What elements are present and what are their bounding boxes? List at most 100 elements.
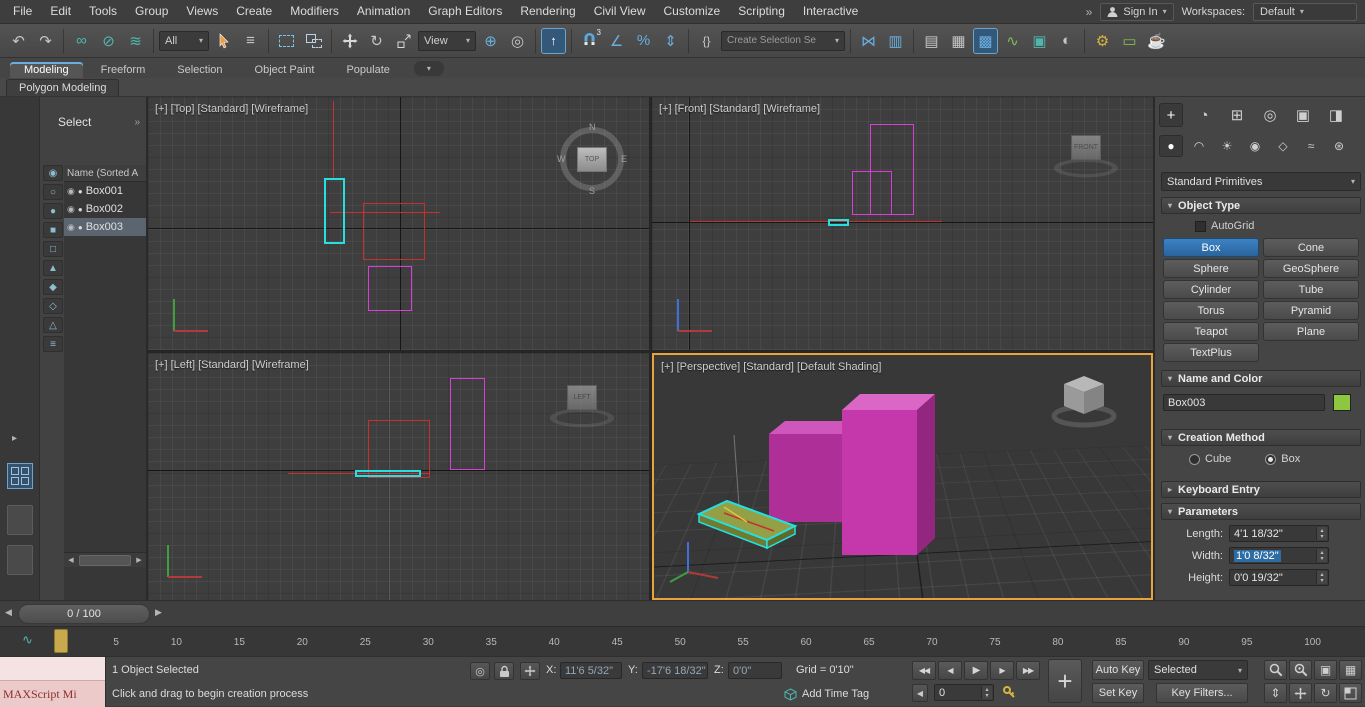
select-and-manipulate-button[interactable]: ◎ [505,28,530,54]
menu-graph-editors[interactable]: Graph Editors [419,0,511,23]
primitive-category-dropdown[interactable]: Standard Primitives ▾ [1161,172,1361,191]
menu-edit[interactable]: Edit [41,0,80,23]
tab-motion[interactable]: ◎ [1258,103,1282,127]
primitive-button-teapot[interactable]: Teapot [1163,322,1259,341]
primitive-button-cylinder[interactable]: Cylinder [1163,280,1259,299]
tab-create[interactable]: + [1159,103,1183,127]
rollout-object-type[interactable]: ▾ Object Type [1161,197,1361,214]
menu-modifiers[interactable]: Modifiers [281,0,348,23]
explorer-display-toggle-6[interactable]: ▲ [43,260,63,276]
absolute-offset-toggle[interactable] [520,662,540,680]
time-back-icon[interactable]: ◀ [5,607,12,618]
auto-key-button[interactable]: Auto Key [1092,660,1144,680]
reference-coordinate-dropdown[interactable]: View ▾ [418,31,476,51]
explorer-horizontal-scrollbar[interactable]: ◀ ▶ [64,552,146,567]
curve-editor-button[interactable]: ∿ [1000,28,1025,54]
radio-cube[interactable]: Cube [1189,453,1231,465]
zoom-all-button[interactable] [1289,660,1312,680]
tab-display[interactable]: ▣ [1291,103,1315,127]
category-helpers[interactable]: ◇ [1271,135,1295,157]
isolate-selection-button[interactable]: ◎ [470,662,490,680]
unlink-selection-button[interactable]: ⊘ [96,28,121,54]
box003-wireframe[interactable] [355,470,421,477]
listener-line[interactable]: MAXScript Mi [0,681,105,707]
explorer-display-toggle-1[interactable]: ◉ [43,165,63,181]
menu-tools[interactable]: Tools [80,0,126,23]
orbit-button[interactable]: ↻ [1314,683,1337,703]
explorer-display-toggle-3[interactable]: ● [43,203,63,219]
viewcube[interactable]: LEFT [548,375,616,443]
ribbon-config-button[interactable]: ▾ [414,61,444,76]
dolly-button[interactable]: ⇕ [1264,683,1287,703]
viewport-top-label[interactable]: [+] [Top] [Standard] [Wireframe] [155,103,308,115]
menu-animation[interactable]: Animation [348,0,419,23]
menubar-overflow-icon[interactable]: » [1086,5,1093,19]
key-filters-button[interactable]: Key Filters... [1156,683,1248,703]
primitive-button-plane[interactable]: Plane [1263,322,1359,341]
mini-curve-editor-icon[interactable]: ∿ [22,632,33,648]
menu-rendering[interactable]: Rendering [511,0,584,23]
selection-filter-dropdown[interactable]: All ▾ [159,31,209,51]
category-systems[interactable]: ⊛ [1327,135,1351,157]
explorer-display-toggle-9[interactable]: △ [43,317,63,333]
box001-wireframe-selected[interactable] [363,203,425,260]
rendered-frame-window-button[interactable]: ▭ [1117,28,1142,54]
y-coordinate-field[interactable]: -17'6 18/32" [642,662,708,679]
track-bar[interactable]: 0510152025303540455055606570758085909510… [0,626,1365,656]
box002-wireframe[interactable] [368,266,412,311]
ribbon-panel-polygon-modeling[interactable]: Polygon Modeling [6,79,119,96]
align-button[interactable]: ▥ [883,28,908,54]
primitive-button-geosphere[interactable]: GeoSphere [1263,259,1359,278]
spinner-icon[interactable]: ▴▾ [981,686,992,699]
object-color-swatch[interactable] [1333,394,1351,411]
viewcube-face-label[interactable]: TOP [577,147,607,172]
scroll-right-icon[interactable]: ▶ [132,553,146,567]
viewport-front-label[interactable]: [+] [Front] [Standard] [Wireframe] [659,103,820,115]
menu-interactive[interactable]: Interactive [794,0,867,23]
name-column-header[interactable]: Name (Sorted A [64,165,146,182]
spinner-icon[interactable]: ▴▾ [1316,527,1327,540]
viewport-left[interactable]: [+] [Left] [Standard] [Wireframe] LEFT [148,353,649,600]
menu-file[interactable]: File [4,0,41,23]
panel-expand-button[interactable]: ▸ [12,433,17,444]
scrollbar-thumb[interactable] [79,555,131,566]
viewport-layout-preset-2[interactable] [7,545,33,575]
render-production-button[interactable]: ☕ [1144,28,1169,54]
primitive-button-box[interactable]: Box [1163,238,1259,257]
zoom-button[interactable] [1264,660,1287,680]
spinner-snap-toggle-button[interactable]: ⇕ [658,28,683,54]
list-item-box001[interactable]: ◉ ● Box001 [64,182,146,200]
schematic-view-button[interactable]: ▣ [1027,28,1052,54]
explorer-display-toggle-7[interactable]: ◆ [43,279,63,295]
length-field[interactable]: 4'1 18/32" ▴▾ [1229,525,1329,542]
x-coordinate-field[interactable]: 11'6 5/32" [560,662,622,679]
edit-named-selection-sets-button[interactable]: {} [694,28,719,54]
time-slider-handle[interactable]: 0 / 100 [18,604,150,624]
primitive-button-cone[interactable]: Cone [1263,238,1359,257]
visibility-eye-icon[interactable]: ◉ [67,222,75,233]
zoom-extents-all-button[interactable]: ▦ [1339,660,1362,680]
ribbon-tab-object-paint[interactable]: Object Paint [241,62,329,78]
menu-create[interactable]: Create [227,0,281,23]
width-field[interactable]: 1'0 8/32" ▴▾ [1229,547,1329,564]
viewcube[interactable]: N E S W TOP [558,125,626,193]
ribbon-tab-freeform[interactable]: Freeform [87,62,160,78]
viewport-front[interactable]: [+] [Front] [Standard] [Wireframe] FRONT [652,97,1153,350]
explorer-display-toggle-2[interactable]: ○ [43,184,63,200]
height-field[interactable]: 0'0 19/32" ▴▾ [1229,569,1329,586]
next-frame-button[interactable]: ▶ [990,661,1014,680]
menu-customize[interactable]: Customize [655,0,730,23]
explorer-display-toggle-5[interactable]: □ [43,241,63,257]
rollout-keyboard-entry[interactable]: ▸ Keyboard Entry [1161,481,1361,498]
viewcube-3d[interactable] [1049,370,1119,430]
category-lights[interactable]: ☀ [1215,135,1239,157]
rectangular-selection-region-button[interactable] [274,28,299,54]
set-key-button[interactable]: Set Key [1092,683,1144,703]
mirror-button[interactable]: ⋈ [856,28,881,54]
viewport-top[interactable]: [+] [Top] [Standard] [Wireframe] N E S W… [148,97,649,350]
snaps-toggle-button[interactable]: 3 [577,28,602,54]
viewport-layout-tab-button[interactable] [7,463,33,489]
explorer-display-toggle-4[interactable]: ■ [43,222,63,238]
time-forward-icon[interactable]: ▶ [155,607,162,618]
scroll-left-icon[interactable]: ◀ [64,553,78,567]
